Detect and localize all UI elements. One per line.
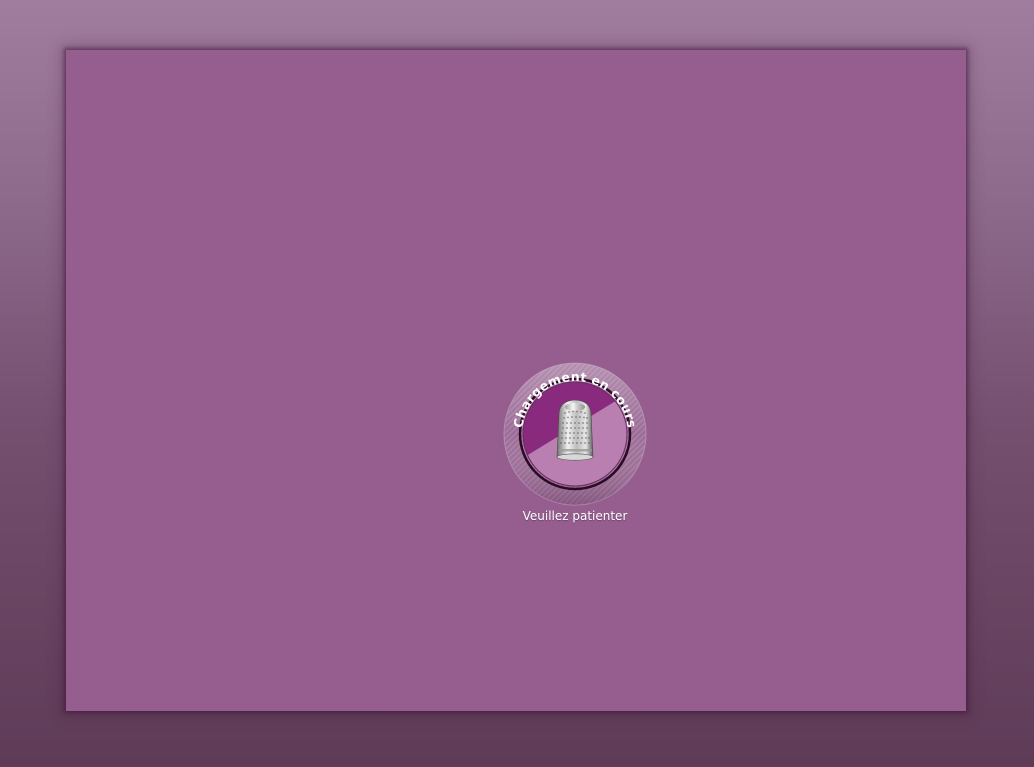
- thimble-icon: [556, 399, 594, 461]
- loading-spinner: Chargement en cours: [502, 361, 648, 507]
- wait-message: Veuillez patienter: [522, 509, 628, 523]
- loading-stage: Chargement en cours Veuillez patienter: [66, 50, 966, 711]
